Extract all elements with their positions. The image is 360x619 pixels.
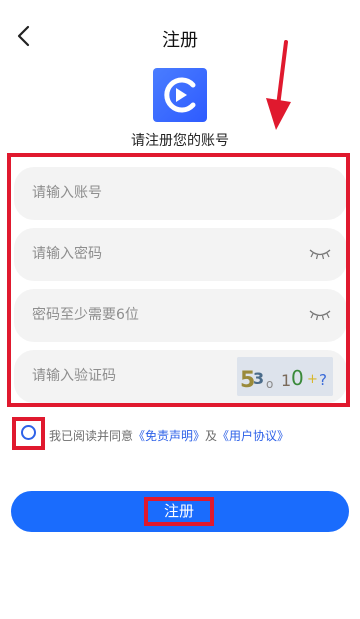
app-logo: [153, 68, 207, 122]
agreement-prefix: 我已阅读并同意: [49, 429, 134, 443]
terms-link[interactable]: 《用户协议》: [217, 429, 289, 443]
play-icon: [164, 77, 196, 113]
register-highlight-box: [144, 497, 214, 526]
page-subtitle: 请注册您的账号: [131, 133, 229, 149]
form-highlight-box: [7, 153, 350, 407]
agreement-radio[interactable]: [21, 425, 36, 440]
agreement-and: 及: [205, 429, 218, 443]
page-title: 注册: [162, 30, 198, 51]
agreement-text: 我已阅读并同意《免责声明》及《用户协议》: [49, 427, 289, 444]
disclaimer-link[interactable]: 《免责声明》: [133, 429, 205, 443]
annotation-arrow-icon: [266, 40, 291, 130]
